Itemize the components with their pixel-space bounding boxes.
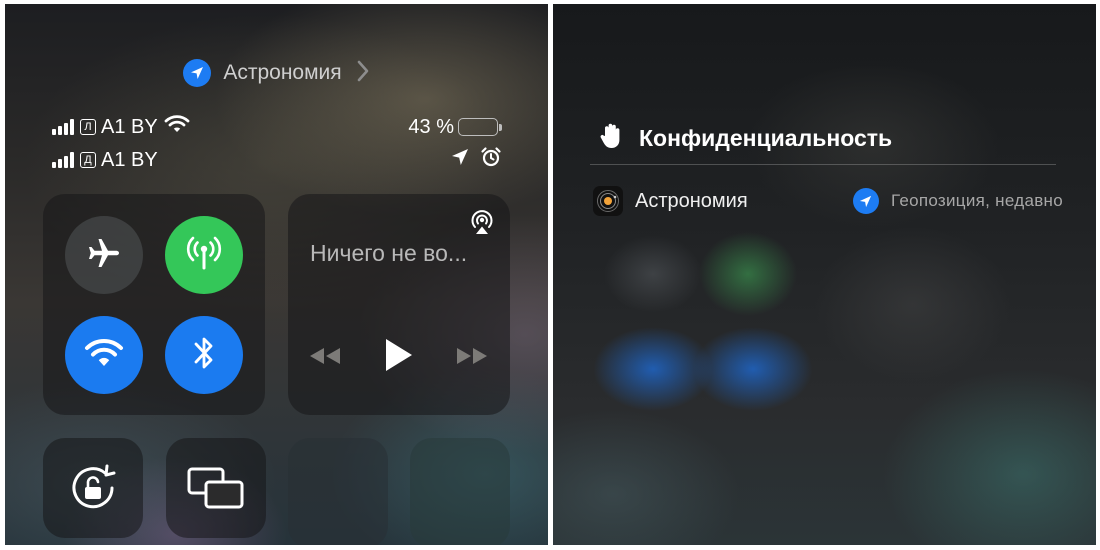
airplane-icon [85, 234, 123, 277]
airplane-mode-button[interactable] [65, 216, 143, 294]
privacy-panel: Конфиденциальность Астрономия Геопозиция… [553, 4, 1096, 545]
location-arrow-icon [183, 59, 212, 87]
wifi-button[interactable] [65, 316, 143, 394]
antenna-icon [183, 232, 225, 279]
battery-icon [458, 118, 502, 136]
control-center-panel: Астрономия Л A1 BY 43 % Д A1 BY Ничего н… [5, 4, 548, 545]
battery-percent: 43 % [408, 115, 454, 138]
signal-bars-icon [52, 152, 74, 168]
now-playing-title: Ничего не во... [310, 240, 468, 266]
sim1-carrier: A1 BY [101, 115, 158, 138]
privacy-entry-usage-text: Геопозиция, недавно [890, 191, 1063, 210]
now-playing-tile[interactable]: Ничего не во... [288, 194, 510, 415]
location-usage-banner[interactable]: Астрономия [5, 59, 548, 87]
location-app-name: Астрономия [223, 61, 342, 84]
privacy-entry[interactable]: Астрономия Геопозиция, недавно [593, 186, 1063, 216]
control-tile-3[interactable] [288, 438, 388, 545]
rewind-icon[interactable] [308, 346, 342, 371]
privacy-header: Конфиденциальность [599, 122, 892, 155]
airplay-audio-icon[interactable] [468, 208, 496, 241]
screen-mirroring-icon [186, 466, 246, 515]
signal-bars-icon [52, 119, 74, 135]
control-tile-4[interactable] [410, 438, 510, 545]
rotation-lock-icon [65, 460, 121, 521]
status-row-sim2: Д A1 BY [52, 146, 502, 174]
play-icon[interactable] [384, 338, 414, 377]
wifi-icon [164, 114, 190, 140]
location-arrow-icon [450, 147, 470, 173]
fast-forward-icon[interactable] [455, 346, 489, 371]
location-arrow-icon [852, 188, 879, 214]
privacy-title: Конфиденциальность [639, 125, 893, 151]
divider [590, 164, 1056, 165]
bluetooth-icon [190, 333, 218, 378]
chevron-right-icon [356, 59, 370, 87]
cellular-data-button[interactable] [165, 216, 243, 294]
bluetooth-button[interactable] [165, 316, 243, 394]
sim1-badge: Л [80, 119, 96, 135]
privacy-entry-app-name: Астрономия [635, 189, 748, 212]
orientation-lock-button[interactable] [43, 438, 143, 538]
screen-mirroring-button[interactable] [166, 438, 266, 538]
privacy-entry-usage: Геопозиция, недавно [852, 188, 1063, 214]
sim2-carrier: A1 BY [101, 148, 158, 171]
raised-hand-icon [599, 122, 625, 155]
status-row-sim1: Л A1 BY 43 % [52, 114, 502, 140]
alarm-clock-icon [480, 146, 502, 174]
connectivity-tile [43, 194, 265, 415]
wifi-icon [84, 337, 124, 374]
sim2-badge: Д [80, 152, 96, 168]
astronomy-app-icon [593, 186, 623, 216]
